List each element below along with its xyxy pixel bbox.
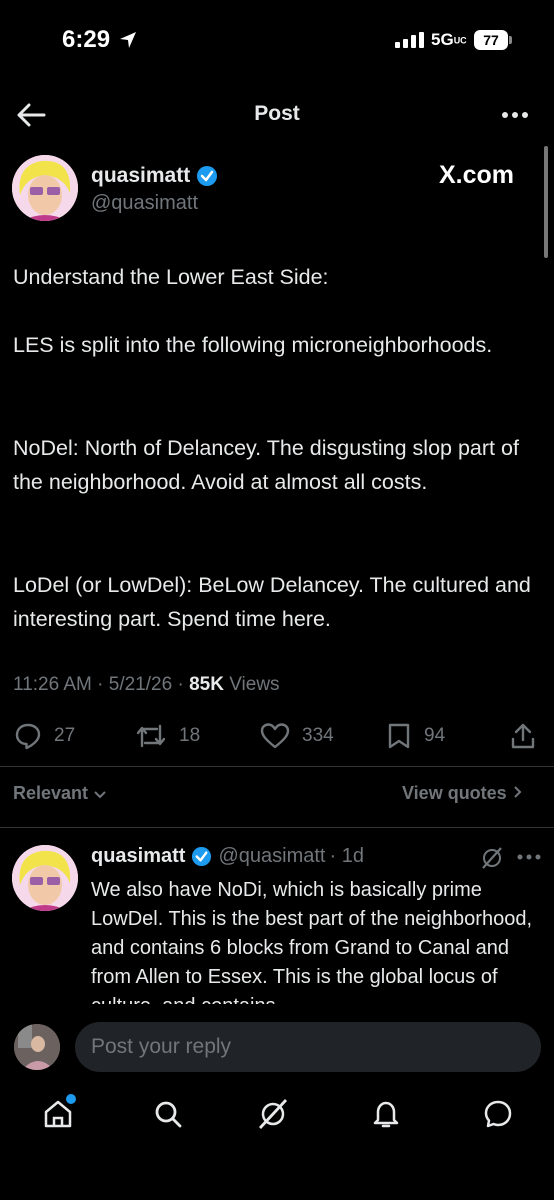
- views-count: 85K: [189, 674, 224, 695]
- page-title: Post: [254, 102, 300, 125]
- post-paragraph: LES is split into the following micronei…: [13, 333, 493, 357]
- like-count: 334: [302, 725, 334, 746]
- network-type: 5GUC: [431, 30, 467, 49]
- share-icon[interactable]: [510, 722, 536, 750]
- more-options-icon[interactable]: [500, 106, 530, 124]
- grok-icon[interactable]: [480, 846, 504, 870]
- location-arrow-icon: [120, 32, 136, 48]
- post-date[interactable]: 5/21/26: [109, 674, 172, 695]
- reply-author-handle[interactable]: @quasimatt: [218, 845, 325, 868]
- bookmark-icon: [388, 723, 410, 749]
- divider: [0, 766, 554, 767]
- reply-icon: [15, 723, 41, 750]
- view-quotes-link[interactable]: View quotes: [402, 783, 522, 804]
- reply-button[interactable]: 27: [14, 722, 75, 750]
- reply-text: We also have NoDi, which is basically pr…: [91, 879, 533, 1004]
- post-paragraph: NoDel: North of Delancey. The disgusting…: [13, 436, 519, 494]
- messages-icon[interactable]: [482, 1098, 514, 1130]
- signal-icon: [395, 32, 424, 48]
- repost-button[interactable]: 18: [135, 722, 200, 750]
- post-meta: 11:26 AM · 5/21/26 · 85K Views: [13, 674, 280, 695]
- author-name[interactable]: quasimatt: [91, 164, 190, 188]
- sort-label: Relevant: [13, 783, 89, 803]
- post-time[interactable]: 11:26 AM: [13, 674, 92, 695]
- post-paragraph: Understand the Lower East Side:: [13, 265, 329, 289]
- view-quotes-label: View quotes: [402, 783, 507, 803]
- heart-icon: [260, 723, 290, 749]
- bookmark-count: 94: [424, 725, 446, 746]
- like-button[interactable]: 334: [260, 722, 334, 750]
- chevron-down-icon: [94, 791, 106, 799]
- battery-level: 77: [474, 30, 508, 50]
- verified-badge-icon: [192, 846, 212, 867]
- views-label: Views: [229, 674, 280, 695]
- sort-dropdown[interactable]: Relevant: [13, 783, 107, 804]
- search-icon[interactable]: [152, 1098, 184, 1130]
- grok-tab-icon[interactable]: [257, 1098, 289, 1130]
- author-name-row[interactable]: quasimatt: [91, 164, 218, 188]
- notification-dot: [66, 1094, 76, 1104]
- bookmark-button[interactable]: 94: [386, 722, 445, 750]
- reply-count: 27: [54, 725, 76, 746]
- author-avatar[interactable]: [12, 155, 78, 221]
- my-avatar[interactable]: [14, 1024, 60, 1070]
- divider: [0, 827, 554, 828]
- status-time: 6:29: [62, 26, 111, 53]
- reply-avatar[interactable]: [12, 845, 78, 911]
- reply-age: · 1d: [329, 845, 364, 867]
- notifications-icon[interactable]: [370, 1098, 402, 1130]
- reply-author-name[interactable]: quasimatt: [91, 845, 185, 868]
- chevron-right-icon: [514, 786, 522, 798]
- author-handle[interactable]: @quasimatt: [91, 192, 198, 215]
- reply-header: quasimatt @quasimatt · 1d: [91, 845, 364, 868]
- post-paragraph: LoDel (or LowDel): BeLow Delancey. The c…: [13, 573, 531, 631]
- verified-badge-icon: [197, 166, 218, 186]
- battery-tip: [509, 36, 512, 44]
- repost-count: 18: [179, 725, 201, 746]
- scrollbar[interactable]: [544, 146, 548, 258]
- xcom-badge[interactable]: X.com: [439, 161, 514, 190]
- repost-icon: [136, 724, 166, 748]
- reply-more-icon[interactable]: [516, 852, 542, 862]
- reply-input[interactable]: Post your reply: [75, 1022, 541, 1072]
